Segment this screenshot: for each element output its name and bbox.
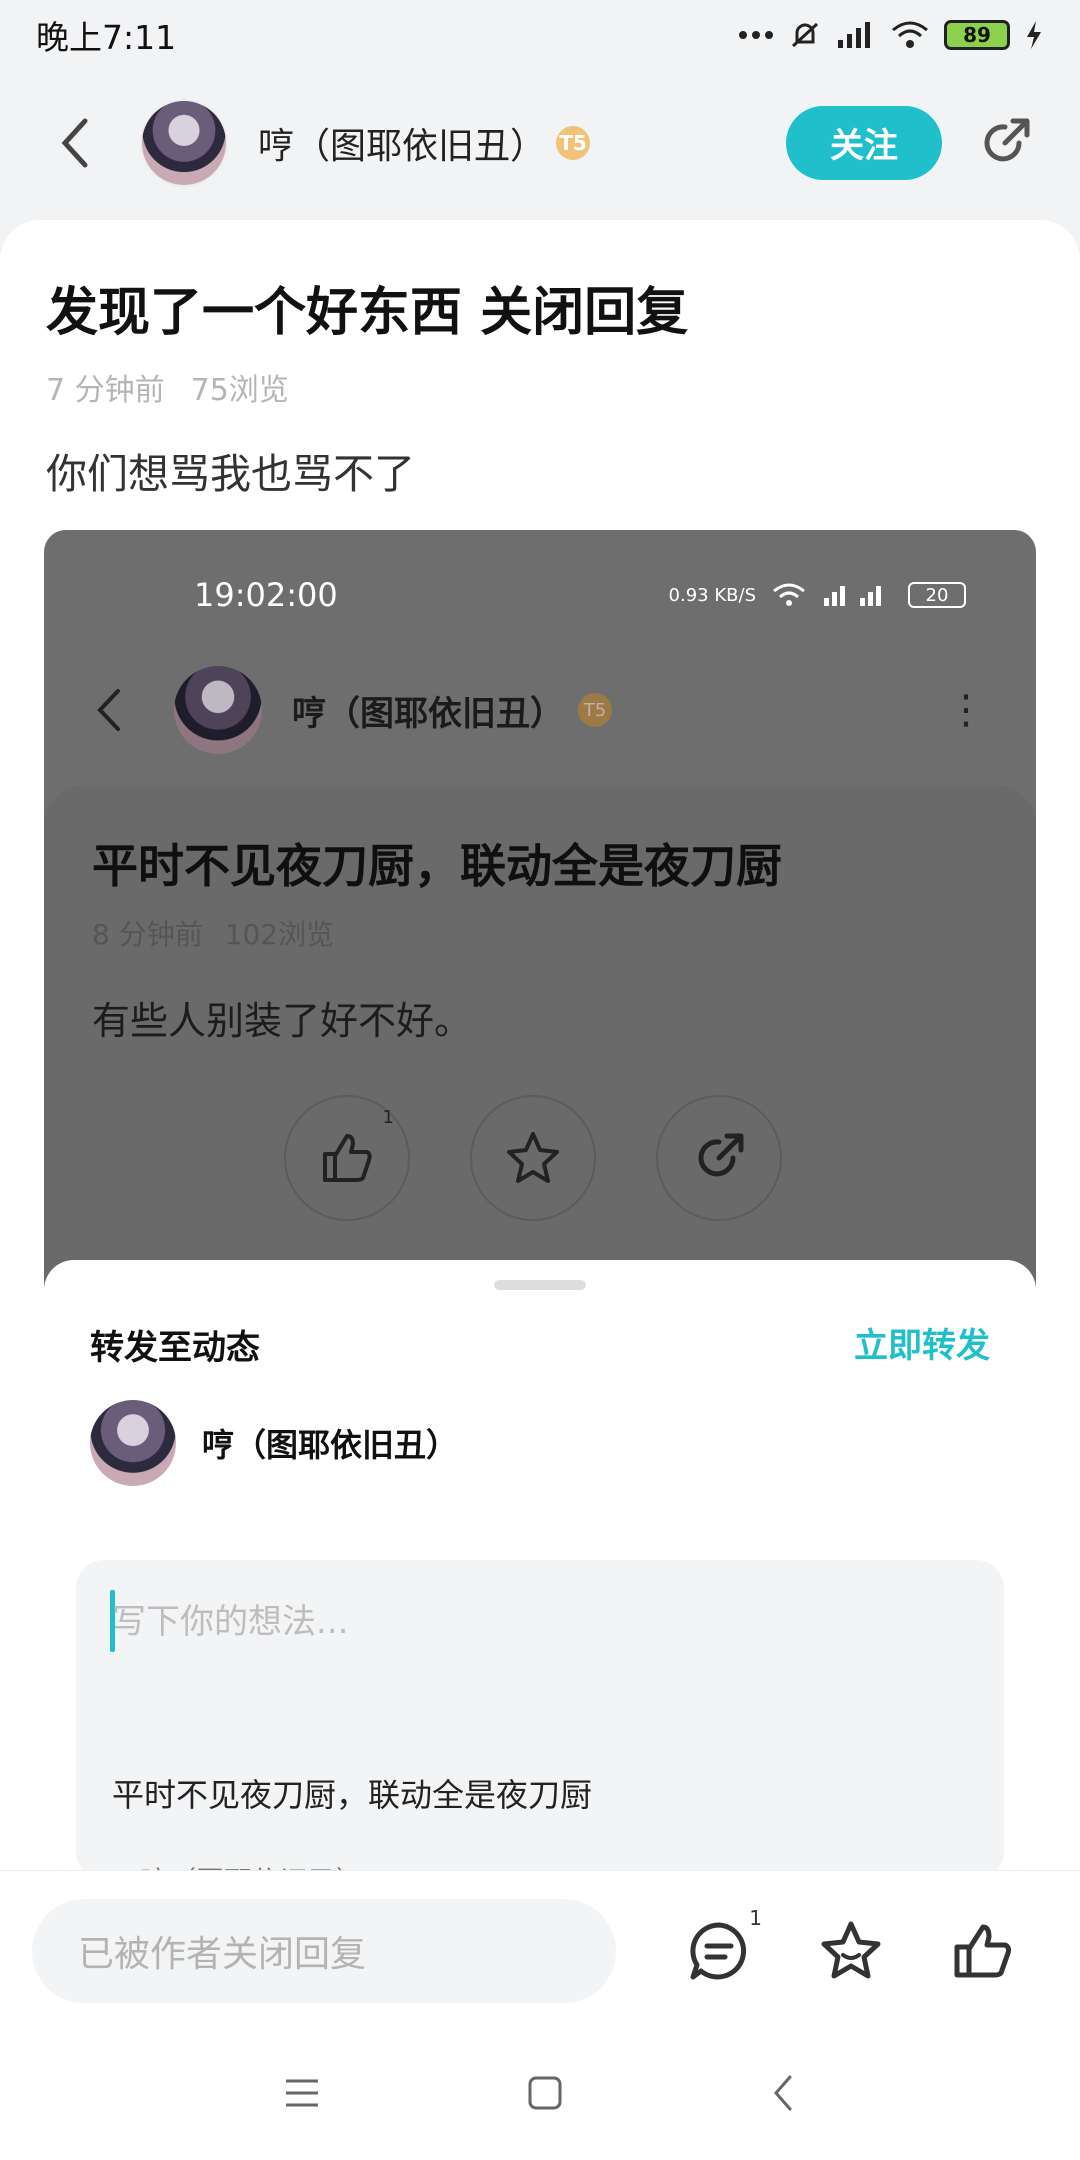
post-image[interactable]: 19:02:00 0.93 KB/S 20 哼（图耶依旧丑） T5 ⋮ 平时不见… — [44, 530, 1036, 1870]
sheet-user-avatar — [90, 1400, 176, 1486]
image-action-row: 1 — [284, 1095, 782, 1221]
image-post-title: 平时不见夜刀厨，联动全是夜刀厨 — [92, 839, 782, 893]
favorite-button[interactable] — [806, 1906, 896, 1996]
repost-now-button: 立即转发 — [854, 1326, 990, 1366]
star-icon — [507, 1132, 559, 1183]
bottom-action-bar: 已被作者关闭回复 1 — [0, 1870, 1080, 2030]
mute-bell-icon — [788, 18, 822, 52]
image-net-speed: 0.93 KB/S — [668, 584, 756, 606]
image-favorite-button — [470, 1095, 596, 1221]
author-avatar[interactable] — [140, 98, 228, 187]
follow-button[interactable]: 关注 — [786, 105, 942, 180]
post-body: 你们想骂我也骂不了 — [46, 450, 415, 498]
comment-button[interactable]: 1 — [674, 1906, 764, 1996]
wifi-icon — [890, 20, 930, 50]
comment-count: 1 — [749, 1905, 762, 1930]
image-battery-icon: 20 — [908, 582, 966, 608]
sheet-user: 哼（图耶依旧丑） — [90, 1400, 458, 1486]
author-name[interactable]: 哼（图耶依旧丑） — [258, 117, 546, 169]
thumbs-up-icon — [954, 1924, 1012, 1977]
status-bar: 晚上7:11 89 — [0, 0, 1080, 70]
image-like-count: 1 — [382, 1107, 394, 1128]
image-more-icon: ⋮ — [946, 687, 986, 733]
image-signal-icon — [824, 586, 881, 606]
menu-icon — [285, 2079, 318, 2107]
share-button[interactable] — [970, 108, 1040, 178]
image-author-name: 哼（图耶依旧丑） — [292, 693, 564, 734]
back-button[interactable] — [40, 108, 110, 178]
status-time: 晚上7:11 — [36, 18, 177, 57]
post-header: 哼（图耶依旧丑） T5 关注 — [0, 70, 1080, 215]
signal-icon — [836, 20, 876, 50]
home-square-icon — [528, 2076, 562, 2110]
post-views: 75浏览 — [190, 373, 289, 408]
image-status-icons: 0.93 KB/S 20 — [669, 582, 966, 608]
menu-nav-button[interactable] — [282, 2075, 322, 2115]
battery-icon: 89 — [944, 20, 1010, 50]
back-nav-button[interactable] — [768, 2071, 798, 2119]
image-status-bar: 19:02:00 0.93 KB/S 20 — [44, 570, 1036, 620]
reply-input[interactable]: 已被作者关闭回复 — [32, 1898, 616, 2003]
like-button[interactable] — [938, 1906, 1028, 1996]
home-nav-button[interactable] — [525, 2073, 565, 2117]
image-post-meta: 8 分钟前 102浏览 — [92, 913, 334, 953]
system-nav-bar — [0, 2030, 1080, 2160]
app-screen: 晚上7:11 89 哼（图耶依旧丑） T5 关注 发现了一个好东西 关闭回复 7… — [0, 0, 1080, 2160]
image-like-button: 1 — [284, 1095, 410, 1221]
image-wifi-icon — [773, 583, 805, 606]
status-icons: 89 — [738, 18, 1044, 52]
image-share-button — [656, 1095, 782, 1221]
repost-placeholder: 写下你的想法... — [112, 1602, 349, 1642]
level-badge: T5 — [556, 125, 591, 160]
post-card: 发现了一个好东西 关闭回复 7 分钟前 75浏览 你们想骂我也骂不了 19:02:… — [0, 220, 1080, 1870]
charging-icon — [1024, 20, 1044, 50]
image-author-avatar — [174, 666, 262, 754]
star-icon — [821, 1921, 881, 1978]
post-meta: 7 分钟前 75浏览 — [46, 365, 289, 409]
post-title: 发现了一个好东西 关闭回复 — [46, 283, 689, 343]
repost-sheet: 转发至动态 立即转发 哼（图耶依旧丑） 写下你的想法... 平时不见夜刀厨，联动… — [44, 1260, 1036, 1870]
image-post-time: 8 分钟前 — [92, 918, 203, 951]
thumbs-up-icon — [323, 1134, 372, 1182]
image-header: 哼（图耶依旧丑） T5 ⋮ — [44, 660, 1036, 760]
share-icon — [698, 1133, 744, 1177]
share-icon — [984, 118, 1030, 161]
image-post-body: 有些人别装了好不好。 — [92, 999, 473, 1043]
image-status-time: 19:02:00 — [194, 576, 338, 614]
sheet-handle — [494, 1280, 586, 1290]
chevron-left-icon — [61, 118, 88, 167]
quoted-post-title: 平时不见夜刀厨，联动全是夜刀厨 — [112, 1776, 593, 1814]
quoted-post-user: @哼（图耶依旧丑） — [112, 1860, 364, 1870]
chevron-left-icon — [774, 2075, 792, 2111]
image-level-badge: T5 — [578, 693, 612, 727]
comment-icon — [690, 1921, 747, 1979]
sheet-title: 转发至动态 — [90, 1328, 260, 1368]
repost-input-box: 写下你的想法... 平时不见夜刀厨，联动全是夜刀厨 @哼（图耶依旧丑） — [76, 1560, 1004, 1870]
image-post-views: 102浏览 — [224, 918, 335, 951]
image-back-icon — [97, 689, 120, 731]
sheet-user-name: 哼（图耶依旧丑） — [202, 1426, 459, 1464]
post-time: 7 分钟前 — [46, 373, 165, 408]
more-dots-icon — [738, 30, 774, 40]
